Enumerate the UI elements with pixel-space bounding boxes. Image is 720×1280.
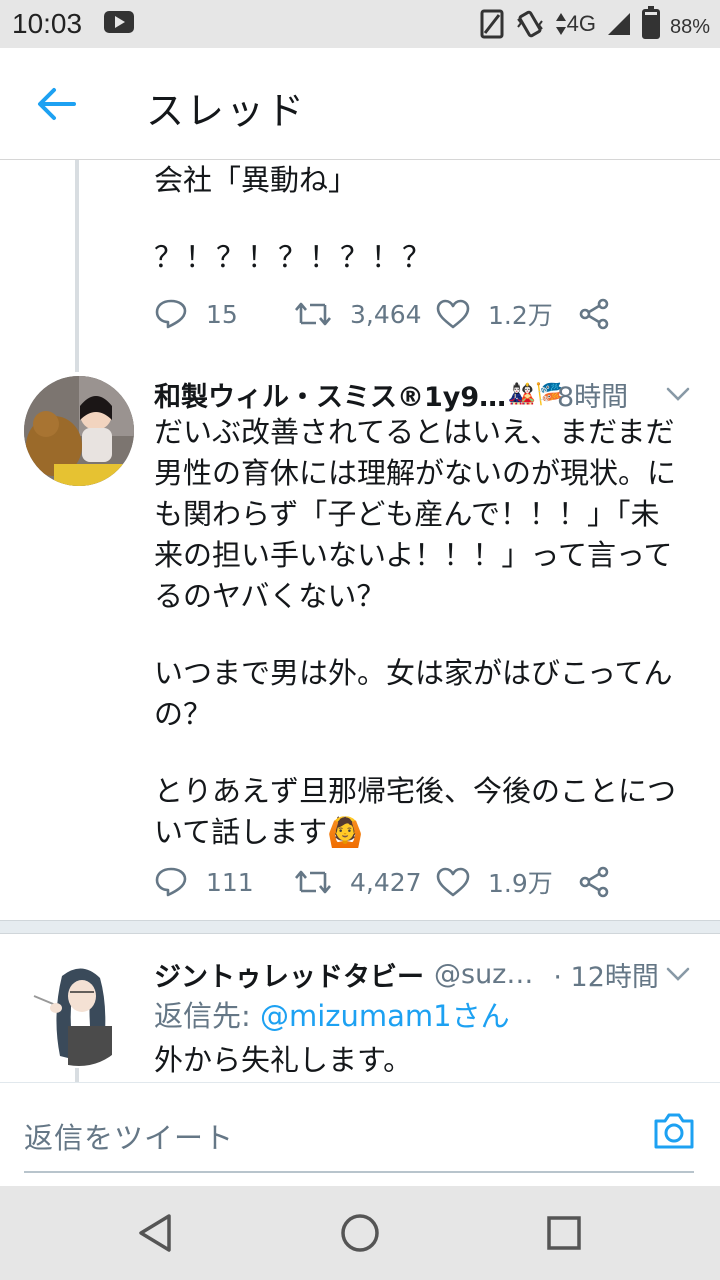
heart-icon xyxy=(436,867,470,897)
tweet-text: だいぶ改善されてるとはいえ、まだまだ 男性の育休には理解がないのが現状。に も関… xyxy=(154,415,677,849)
battery-percent: 88% xyxy=(669,15,710,38)
network-type: 4G xyxy=(555,11,596,37)
name-emoji: 🎎🎏 xyxy=(508,381,563,407)
system-nav-bar xyxy=(0,1186,720,1280)
avatar[interactable] xyxy=(24,956,134,1066)
battery-icon xyxy=(641,6,660,39)
reply-to-user-link[interactable]: @mizumam1さん xyxy=(260,999,510,1033)
back-nav-icon[interactable] xyxy=(133,1210,179,1256)
tweet-header: ジントゥレッドタビー @suz… · 12時間 xyxy=(154,954,664,994)
tweet-actions: 111 4,427 1.9万 xyxy=(154,862,628,902)
retweet-icon xyxy=(295,302,331,326)
reply-input[interactable]: 返信をツイート xyxy=(24,1107,694,1173)
youtube-notification-icon xyxy=(104,11,134,33)
vibrate-icon xyxy=(516,10,543,38)
status-icons: 4G 88% xyxy=(479,0,710,48)
signal-icon xyxy=(607,13,630,35)
tweet-text: 外から失礼します。 xyxy=(154,1043,413,1077)
thread-feed[interactable]: 会社「異動ね」 ？！？！？！？！？ 15 3,464 1.2万 和製ウィル・スミ… xyxy=(0,160,720,1082)
user-handle[interactable]: @suz… xyxy=(434,959,533,990)
retweet-icon xyxy=(295,870,331,894)
tweet-actions: 15 3,464 1.2万 xyxy=(154,294,628,334)
status-bar: 10:03 4G 88% xyxy=(0,0,720,48)
like-button[interactable]: 1.2万 xyxy=(436,296,578,332)
chevron-down-icon[interactable] xyxy=(664,380,692,408)
reply-button[interactable]: 15 xyxy=(154,298,294,330)
tweet-header: 和製ウィル・スミス®1y9… 🎎🎏 8時間 xyxy=(154,374,664,414)
reply-button[interactable]: 111 xyxy=(154,866,294,898)
share-icon xyxy=(579,866,609,898)
reply-icon xyxy=(155,867,187,897)
like-button[interactable]: 1.9万 xyxy=(436,864,578,900)
share-icon xyxy=(579,298,609,330)
tweet[interactable]: ジントゥレッドタビー @suz… · 12時間 返信先: @mizumam1さん… xyxy=(0,934,720,1082)
app-bar: スレッド xyxy=(0,48,720,160)
conversation-divider xyxy=(0,920,720,934)
chevron-down-icon[interactable] xyxy=(664,960,692,988)
retweet-button[interactable]: 4,427 xyxy=(294,867,436,897)
display-name[interactable]: ジントゥレッドタビー xyxy=(154,955,424,994)
tweet-text: 会社「異動ね」 ？！？！？！？！？ xyxy=(154,163,434,274)
tweet[interactable]: 会社「異動ね」 ？！？！？！？！？ 15 3,464 1.2万 xyxy=(0,160,720,360)
back-arrow-icon[interactable] xyxy=(36,86,76,122)
reply-composer: 返信をツイート xyxy=(0,1082,720,1186)
recents-nav-icon[interactable] xyxy=(541,1210,587,1256)
retweet-button[interactable]: 3,464 xyxy=(294,299,436,329)
tweet-time: · 12時間 xyxy=(553,961,659,993)
share-button[interactable] xyxy=(578,866,628,898)
tweet[interactable]: 和製ウィル・スミス®1y9… 🎎🎏 8時間 だいぶ改善されてるとはいえ、まだまだ… xyxy=(0,372,720,920)
share-button[interactable] xyxy=(578,298,628,330)
display-name[interactable]: 和製ウィル・スミス®1y9… xyxy=(154,375,506,414)
reply-to: 返信先: @mizumam1さん xyxy=(154,999,510,1033)
avatar[interactable] xyxy=(24,376,134,486)
reply-icon xyxy=(155,299,187,329)
screen-rotate-icon xyxy=(480,9,504,39)
camera-icon[interactable] xyxy=(652,1111,696,1151)
tweet-time: 8時間 xyxy=(556,381,629,413)
page-title: スレッド xyxy=(146,89,307,133)
home-nav-icon[interactable] xyxy=(337,1210,383,1256)
status-time: 10:03 xyxy=(12,8,83,39)
heart-icon xyxy=(436,299,470,329)
